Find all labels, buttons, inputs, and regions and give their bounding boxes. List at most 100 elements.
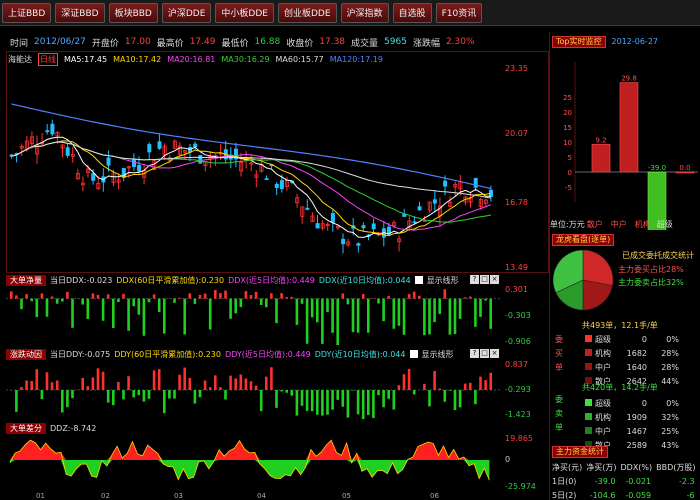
ddx-bar [157, 298, 161, 312]
ddx-bar [351, 298, 355, 333]
capital-bar [591, 144, 611, 173]
ddy-bar [50, 382, 54, 390]
ddy-bar [300, 390, 304, 406]
ma10-value: MA10:17.42 [113, 54, 162, 64]
ddy-bar [270, 367, 273, 390]
cell-type: 机构 [582, 411, 614, 423]
cell-percent: 0% [666, 334, 679, 344]
ddz-current: DDZ:-8.742 [50, 423, 97, 433]
ddy-bar [377, 390, 380, 396]
ddy-bar [285, 390, 288, 393]
cell-period: 1日(0) [552, 476, 577, 486]
top-monitor-tag[interactable]: Top实时监控 [552, 35, 606, 48]
ddx-show-lines-checkbox[interactable] [414, 276, 423, 284]
close-icon[interactable]: × [490, 275, 499, 284]
ddy-bar [101, 371, 105, 390]
help-icon[interactable]: ? [470, 349, 479, 358]
ddx-bar [275, 298, 278, 324]
ddx-bar [443, 289, 447, 299]
ddx-tag[interactable]: 大单净量 [6, 274, 46, 286]
col-header: BBD(万股) [656, 462, 696, 472]
nav-sh-bbd[interactable]: 上证BBD [2, 2, 52, 23]
table-row: 超级 0 0% [582, 333, 682, 345]
bar-axis-tick: -5 [565, 184, 572, 192]
ddy-bar [265, 376, 268, 390]
ddz-tag[interactable]: 大单差分 [6, 422, 46, 434]
ddy-tag[interactable]: 涨跌动因 [6, 348, 46, 360]
ddy-bar [122, 390, 125, 400]
ddx-bar [438, 298, 441, 314]
time-label: 时间 [10, 38, 29, 49]
ddy-show-lines-checkbox[interactable] [409, 350, 418, 358]
ddy-bar [469, 382, 472, 390]
ddy-bar [188, 377, 192, 390]
capital-bar [675, 171, 695, 174]
capital-bar [619, 82, 639, 173]
candle-body [330, 213, 335, 223]
ddy-bar [474, 390, 477, 405]
ddx-axis-1: 0.301 [505, 285, 528, 294]
nav-f10[interactable]: F10资讯 [435, 2, 483, 23]
ddx-bar [214, 289, 217, 299]
help-icon[interactable]: ? [470, 275, 479, 284]
nav-gem-dde[interactable]: 创业板DDE [277, 2, 337, 23]
candle-body [315, 223, 320, 229]
ddy-bar [412, 390, 416, 395]
ddx-bar [270, 293, 273, 299]
ddy-bar [275, 390, 278, 408]
type-label: 中户 [595, 426, 611, 436]
cat-medium: 中户 [610, 220, 627, 229]
ddy-current: 当日DDY:-0.075 [50, 349, 111, 359]
ddy-bar [15, 390, 18, 412]
restore-icon[interactable]: □ [480, 275, 489, 284]
candle-body [371, 223, 376, 230]
ddy-bar [198, 390, 202, 398]
ddy-bar [310, 390, 314, 412]
nav-watchlist[interactable]: 自选股 [392, 2, 432, 23]
ddy-bar [208, 387, 212, 390]
candle-body [274, 184, 279, 188]
ddy-bar [163, 390, 166, 414]
ddy-bar [448, 390, 452, 391]
unit-label: 单位:万元 [550, 220, 585, 229]
nav-sector-bbd[interactable]: 板块BBD [108, 2, 158, 23]
ddx-bar [387, 295, 390, 299]
ddx-bar [285, 297, 288, 299]
ma20-value: MA20:16.81 [167, 54, 216, 64]
ddy-bar [112, 390, 115, 406]
nav-hs-index[interactable]: 沪深指数 [340, 2, 389, 23]
ddz-axis-3: -25.974 [505, 482, 536, 491]
table-row: 5日(2) -104.6 -0.059 -6 [551, 489, 697, 500]
nav-hs-dde[interactable]: 沪深DDE [161, 2, 212, 23]
ddy-bar [61, 390, 64, 413]
close-icon[interactable]: × [490, 349, 499, 358]
ddy-bar [132, 390, 135, 398]
ddx-bar [423, 298, 426, 336]
ddx-bar [244, 291, 248, 299]
cell-percent: 25% [661, 426, 679, 436]
ddy-bar [127, 376, 130, 390]
ddy-avg60: DDY(60日平滑累加值):0.230 [114, 349, 221, 359]
ddx-bar [147, 298, 151, 303]
ddx-bar [484, 298, 487, 301]
volume-label: 成交量 [351, 38, 379, 49]
candle-body [443, 180, 448, 187]
ddx-bar [331, 298, 334, 333]
ddy-bar [224, 390, 227, 400]
restore-icon[interactable]: □ [480, 349, 489, 358]
x-date-6: 06 [430, 492, 439, 500]
fund-stats-tag[interactable]: 主力资金统计 [552, 445, 608, 458]
ddz-header: 大单差分 DDZ:-8.742 [6, 422, 554, 434]
ddy-bar [489, 372, 492, 390]
capital-flow-bar-chart: 25 20 15 10 5 0 -5 9.2 29.8 -39.0 0.0 [563, 62, 698, 230]
ddy-bar [86, 386, 90, 390]
lhb-tag[interactable]: 龙虎看盘(逐单) [552, 233, 615, 246]
type-label: 机构 [595, 412, 611, 422]
nav-sz-bbd[interactable]: 深证BBD [55, 2, 105, 23]
ddx-bar [20, 298, 23, 310]
cell-period: 5日(2) [552, 490, 577, 500]
lhb-header: 龙虎看盘(逐单) [552, 233, 615, 246]
ddx-bar [448, 298, 452, 335]
nav-sme-dde[interactable]: 中小板DDE [215, 2, 274, 23]
ddx-bar [402, 298, 406, 335]
